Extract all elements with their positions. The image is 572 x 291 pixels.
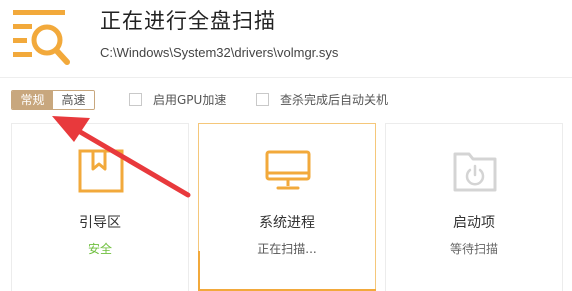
monitor-icon [265,150,311,190]
boot-sector-card[interactable]: 引导区 安全 [11,123,189,291]
scan-header: 正在进行全盘扫描 C:\Windows\System32\drivers\vol… [0,0,572,78]
mode-fast-button[interactable]: 高速 [53,91,94,109]
progress-accent [198,251,200,291]
auto-shutdown-checkbox[interactable] [256,93,269,106]
scan-magnifier-icon [13,10,70,65]
card-status: 正在扫描... [257,242,317,256]
scan-mode-toggle: 常规 高速 [11,90,95,110]
gpu-accel-checkbox[interactable] [129,93,142,106]
card-name: 系统进程 [259,215,315,231]
current-file-path: C:\Windows\System32\drivers\volmgr.sys [100,45,339,60]
system-process-card[interactable]: 系统进程 正在扫描... [198,123,376,291]
card-status: 等待扫描 [449,242,498,256]
auto-shutdown-option[interactable]: 查杀完成后自动关机 [256,91,388,108]
header-divider [0,77,572,78]
auto-shutdown-label: 查杀完成后自动关机 [280,93,389,107]
page-title: 正在进行全盘扫描 [100,9,276,33]
startup-items-card[interactable]: 启动项 等待扫描 [385,123,563,291]
mode-normal-button[interactable]: 常规 [12,91,53,109]
card-status: 安全 [87,242,112,256]
gpu-accel-option[interactable]: 启用GPU加速 [129,91,226,108]
card-name: 启动项 [453,215,495,231]
startup-folder-icon [453,152,497,192]
gpu-accel-label: 启用GPU加速 [153,93,227,107]
bookmark-icon [78,149,124,193]
card-name: 引导区 [79,215,121,231]
